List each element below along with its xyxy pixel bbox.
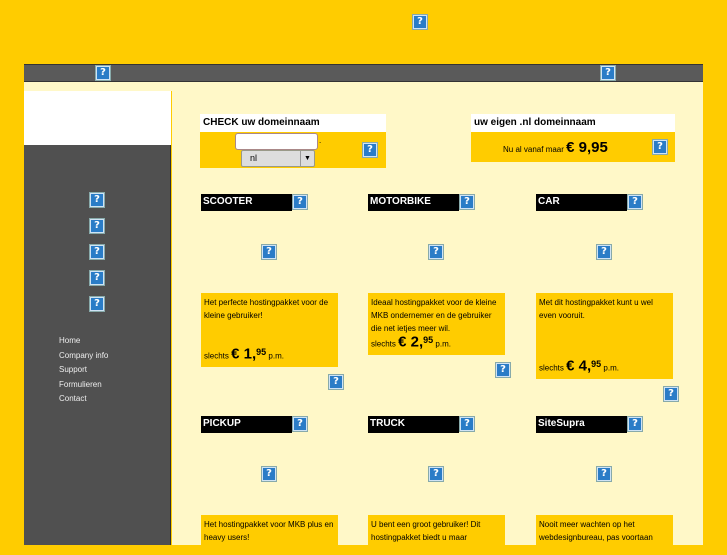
package-image-icon: ?	[428, 466, 444, 482]
package-price: slechts € 2,95 p.m.	[371, 334, 451, 351]
broken-image-icon[interactable]: ?	[89, 218, 105, 234]
domain-input[interactable]	[235, 133, 318, 150]
package-price: slechts € 4,95 p.m.	[539, 358, 619, 375]
price-prefix: slechts	[371, 340, 396, 349]
description-text: Ideaal hostingpakket voor de kleine MKB …	[371, 298, 497, 333]
broken-image-icon: ?	[412, 14, 428, 30]
dot: .	[319, 136, 322, 145]
broken-image-icon[interactable]: ?	[89, 270, 105, 286]
menu-formulieren[interactable]: Formulieren	[59, 380, 108, 395]
price-prefix: Nu al vanaf maar	[503, 145, 564, 154]
tld-select[interactable]: nl ▼	[241, 150, 315, 167]
description-text: Het perfecte hostingpakket voor de klein…	[204, 298, 329, 320]
sidebar-menu: Home Company info Support Formulieren Co…	[59, 336, 108, 409]
tld-value: nl	[250, 153, 258, 163]
broken-image-icon: ?	[600, 65, 616, 81]
domain-check-box: . nl ▼ ?	[200, 132, 386, 168]
package-image-icon: ?	[261, 244, 277, 260]
broken-image-icon[interactable]: ?	[89, 192, 105, 208]
broken-image-icon: ?	[95, 65, 111, 81]
sidebar: ? ? ? ? ? Home Company info Support Form…	[24, 145, 171, 545]
own-domain-box: Nu al vanaf maar € 9,95 ?	[471, 132, 675, 162]
broken-image-icon[interactable]: ?	[89, 296, 105, 312]
price-suffix: p.m.	[603, 364, 619, 373]
sidebar-top-strip	[24, 82, 172, 91]
broken-image-icon: ?	[328, 374, 344, 390]
broken-image-icon: ?	[495, 362, 511, 378]
price-suffix: p.m.	[268, 352, 284, 361]
broken-image-icon: ?	[459, 416, 475, 432]
broken-image-icon: ?	[652, 139, 668, 155]
own-domain-price: Nu al vanaf maar € 9,95	[503, 139, 608, 156]
package-title: MOTORBIKE	[368, 194, 459, 211]
package-title: TRUCK	[368, 416, 459, 433]
broken-image-icon: ?	[292, 416, 308, 432]
broken-image-icon[interactable]: ?	[89, 244, 105, 260]
description-text: U bent een groot gebruiker! Dit hostingp…	[371, 520, 481, 542]
broken-image-icon: ?	[459, 194, 475, 210]
price-prefix: slechts	[539, 364, 564, 373]
chevron-down-icon: ▼	[300, 151, 314, 166]
broken-image-icon: ?	[663, 386, 679, 402]
price-value: € 2,	[398, 334, 424, 351]
price-value: € 9,95	[566, 139, 608, 156]
menu-home[interactable]: Home	[59, 336, 108, 351]
menu-contact[interactable]: Contact	[59, 394, 108, 409]
package-description: Het perfecte hostingpakket voor de klein…	[201, 293, 338, 367]
price-value: € 4,	[566, 358, 592, 375]
package-description: U bent een groot gebruiker! Dit hostingp…	[368, 515, 505, 555]
price-prefix: slechts	[204, 352, 229, 361]
price-value: € 1,	[231, 346, 257, 363]
price-cents: 95	[256, 347, 267, 358]
package-description: Met dit hostingpakket kunt u wel even vo…	[536, 293, 673, 379]
package-image-icon: ?	[596, 244, 612, 260]
package-price: slechts € 1,95 p.m.	[204, 346, 284, 363]
own-domain-title: uw eigen .nl domeinnaam	[471, 114, 675, 132]
package-title: SiteSupra	[536, 416, 627, 433]
package-title: PICKUP	[201, 416, 292, 433]
package-image-icon: ?	[596, 466, 612, 482]
package-image-icon: ?	[261, 466, 277, 482]
broken-image-icon: ?	[292, 194, 308, 210]
description-text: Met dit hostingpakket kunt u wel even vo…	[539, 298, 653, 320]
package-image-icon: ?	[428, 244, 444, 260]
broken-image-icon: ?	[627, 194, 643, 210]
price-suffix: p.m.	[435, 340, 451, 349]
menu-support[interactable]: Support	[59, 365, 108, 380]
package-description: Het hostingpakket voor MKB plus en heavy…	[201, 515, 338, 555]
description-text: Nooit meer wachten op het webdesignburea…	[539, 520, 653, 542]
price-cents: 95	[423, 335, 434, 346]
price-cents: 95	[591, 359, 602, 370]
logo-area	[24, 91, 171, 145]
broken-image-icon: ?	[362, 142, 378, 158]
domain-check-title: CHECK uw domeinnaam	[200, 114, 386, 132]
package-title: SCOOTER	[201, 194, 292, 211]
package-description: Ideaal hostingpakket voor de kleine MKB …	[368, 293, 505, 355]
description-text: Het hostingpakket voor MKB plus en heavy…	[204, 520, 334, 542]
package-title: CAR	[536, 194, 627, 211]
menu-company-info[interactable]: Company info	[59, 351, 108, 366]
package-description: Nooit meer wachten op het webdesignburea…	[536, 515, 673, 555]
broken-image-icon: ?	[627, 416, 643, 432]
